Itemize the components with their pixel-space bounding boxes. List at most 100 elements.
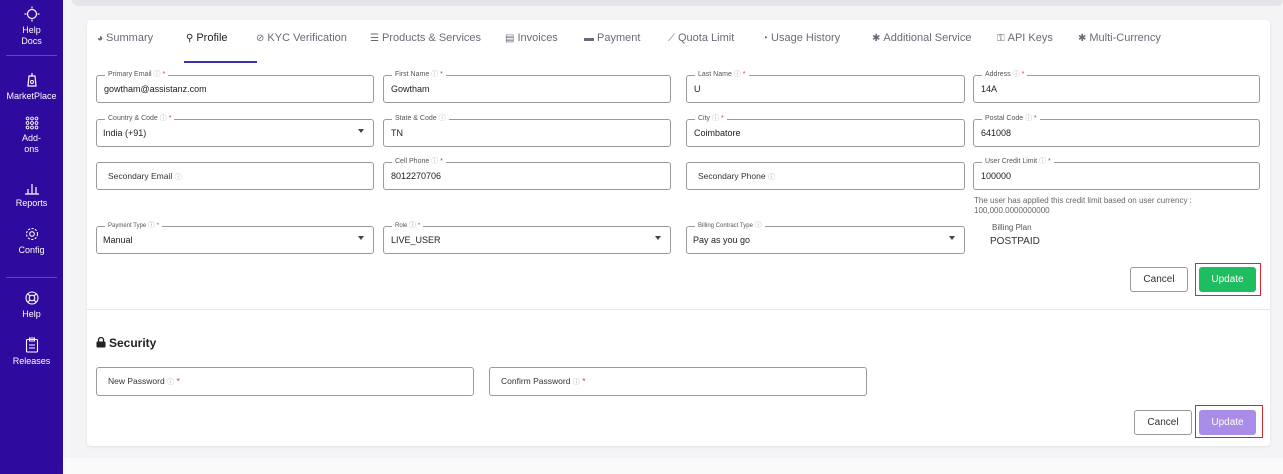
sidebar-item-marketplace[interactable]: MarketPlace [0, 72, 63, 102]
sidebar-item-help-docs[interactable]: Help Docs [0, 6, 63, 47]
footer-strip [63, 458, 1283, 474]
top-bar [72, 0, 1283, 6]
list-icon: ☰ [370, 33, 379, 44]
label-text: Address [985, 71, 1011, 78]
first-name-value: Gowtham [391, 84, 430, 94]
secondary-email-placeholder: Secondary Email ⓘ [108, 171, 182, 181]
last-name-field[interactable]: Last Name ⓘ * U [686, 70, 965, 103]
sidebar-item-config[interactable]: Config [0, 226, 63, 256]
label-text: Billing Contract Type [698, 223, 753, 229]
profile-card: ◕ Summary ⚲ Profile ⊘ KYC Verification ☰ Pro… [87, 20, 1270, 446]
new-password-field[interactable]: New Password ⓘ * [96, 367, 474, 396]
field-label: Payment Type ⓘ * [105, 221, 162, 231]
security-section-title: Security [96, 336, 156, 350]
tab-label: Multi-Currency [1089, 32, 1161, 44]
marketplace-icon [26, 73, 37, 87]
tab-label: Payment [597, 32, 641, 44]
chevron-down-icon [358, 129, 364, 133]
last-name-value: U [694, 84, 701, 94]
tab-label: Additional Service [883, 32, 972, 44]
role-select[interactable]: Role ⓘ * LIVE_USER [383, 221, 671, 254]
security-title-text: Security [109, 336, 157, 350]
primary-email-field[interactable]: Primary Email ⓘ * gowtham@assistanz.com [96, 70, 374, 103]
section-divider [87, 309, 1270, 310]
confirm-password-field[interactable]: Confirm Password ⓘ * [489, 367, 867, 396]
tab-summary[interactable]: ◕ Summary [97, 32, 153, 44]
tab-payment[interactable]: ▬ Payment [584, 32, 640, 44]
country-code-select[interactable]: Country & Code ⓘ * India (+91) [96, 114, 374, 147]
bulb-icon [24, 6, 39, 22]
field-label: State & Code ⓘ [392, 114, 449, 124]
field-label: Primary Email ⓘ * [105, 70, 169, 80]
key-icon: ⚿ [997, 33, 1005, 44]
sidebar-item-releases[interactable]: Releases [0, 337, 63, 367]
sidebar-item-label: Help [22, 25, 41, 35]
cog-icon: ✱ [1078, 33, 1087, 44]
highlight-box [1195, 263, 1261, 296]
billing-contract-type-select[interactable]: Billing Contract Type ⓘ Pay as you go [686, 221, 965, 254]
sidebar-item-label: Reports [15, 198, 48, 208]
dashboard-icon: ◕ [97, 33, 104, 44]
document-icon: ▤ [505, 33, 515, 44]
tab-additional-service[interactable]: ✱ Additional Service [872, 32, 971, 44]
placeholder-text: Confirm Password [501, 376, 571, 386]
tab-multi-currency[interactable]: ✱ Multi-Currency [1078, 32, 1161, 44]
postal-code-field[interactable]: Postal Code ⓘ * 641008 [973, 114, 1260, 147]
billing-contract-type-value: Pay as you go [693, 235, 751, 245]
field-label: First Name ⓘ * [392, 70, 446, 80]
bar-chart-icon [24, 184, 39, 195]
tab-invoices[interactable]: ▤ Invoices [505, 32, 558, 44]
tab-label: Quota Limit [678, 32, 735, 44]
tab-api-keys[interactable]: ⚿ API Keys [997, 32, 1053, 44]
label-text: First Name [395, 71, 430, 78]
gear-icon [25, 227, 38, 241]
role-value: LIVE_USER [391, 235, 441, 245]
state-code-value: TN [391, 128, 403, 138]
city-value: Coimbatore [694, 128, 741, 138]
tab-quota-limit[interactable]: ⟋ Quota Limit [668, 32, 734, 44]
sidebar-item-label: MarketPlace [6, 91, 57, 101]
tab-label: Invoices [517, 32, 558, 44]
tab-label: Summary [106, 32, 154, 44]
user-credit-limit-field[interactable]: User Credit Limit ⓘ * 100000 [973, 157, 1260, 190]
placeholder-text: Secondary Email [108, 171, 173, 181]
field-label: Last Name ⓘ * [695, 70, 749, 80]
tab-label: KYC Verification [267, 32, 347, 44]
cell-phone-field[interactable]: Cell Phone ⓘ * 8012270706 [383, 157, 671, 190]
tab-usage-history[interactable]: ◔ Usage History [762, 32, 840, 44]
sidebar-item-reports[interactable]: Reports [0, 181, 63, 209]
primary-email-value: gowtham@assistanz.com [104, 84, 207, 94]
clipboard-icon [25, 337, 38, 353]
address-field[interactable]: Address ⓘ * 14A [973, 70, 1260, 103]
sidebar-item-label: Help [22, 309, 41, 319]
first-name-field[interactable]: First Name ⓘ * Gowtham [383, 70, 671, 103]
user-icon: ⚲ [186, 33, 194, 44]
field-label: City ⓘ * [695, 114, 727, 124]
city-field[interactable]: City ⓘ * Coimbatore [686, 114, 965, 147]
label-text: Primary Email [108, 71, 152, 78]
address-value: 14A [981, 84, 998, 94]
highlight-box [1195, 405, 1263, 438]
sidebar-item-label: Config [18, 245, 45, 255]
sidebar-item-add-ons[interactable]: Add- ons [0, 116, 63, 155]
sidebar-item-help[interactable]: Help [0, 290, 63, 320]
field-label: Billing Contract Type ⓘ [695, 221, 765, 231]
country-code-value: India (+91) [103, 128, 147, 138]
tab-bar: ◕ Summary ⚲ Profile ⊘ KYC Verification ☰ Pro… [87, 20, 1270, 64]
label-text: Last Name [698, 71, 732, 78]
secondary-email-field[interactable]: Secondary Email ⓘ [96, 162, 374, 190]
field-label: Postal Code ⓘ * [982, 114, 1040, 124]
state-code-field[interactable]: State & Code ⓘ TN [383, 114, 671, 147]
security-cancel-button[interactable]: Cancel [1134, 410, 1192, 435]
lifebuoy-icon [24, 291, 39, 305]
sidebar-item-label: ons [24, 144, 39, 154]
tab-profile[interactable]: ⚲ Profile [186, 32, 228, 44]
placeholder-text: New Password [108, 376, 165, 386]
tab-products-services[interactable]: ☰ Products & Services [370, 32, 481, 44]
secondary-phone-field[interactable]: Secondary Phone ⓘ [686, 162, 965, 190]
tab-kyc-verification[interactable]: ⊘ KYC Verification [256, 32, 347, 44]
tab-label: Profile [196, 32, 228, 44]
field-label: Address ⓘ * [982, 70, 1028, 80]
profile-cancel-button[interactable]: Cancel [1130, 267, 1188, 292]
payment-type-select[interactable]: Payment Type ⓘ * Manual [96, 221, 374, 254]
